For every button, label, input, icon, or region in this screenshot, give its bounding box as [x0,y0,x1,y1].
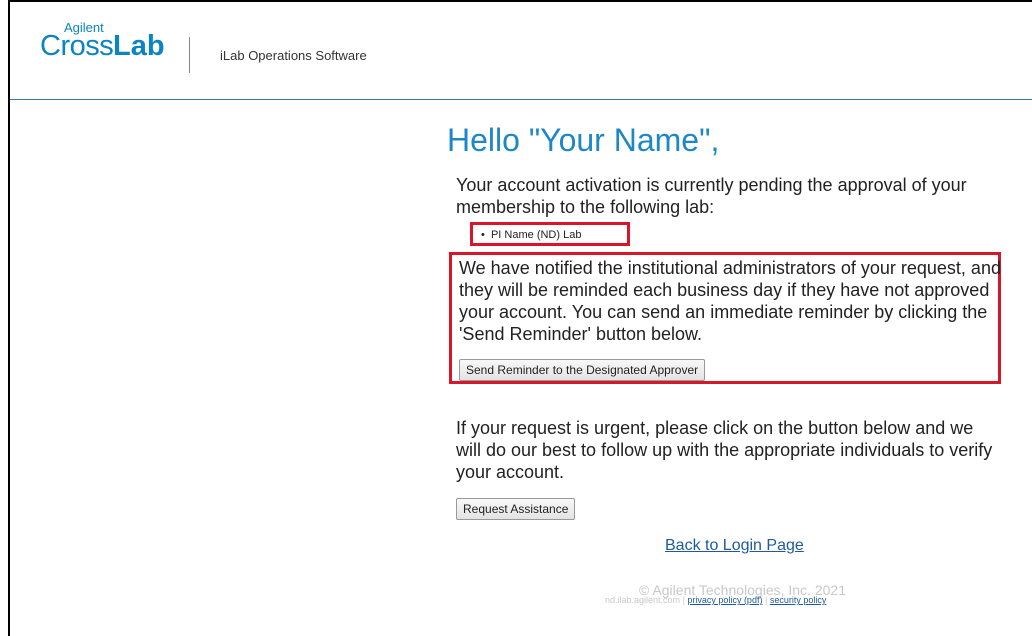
footer-links: nd.ilab.agilent.com | privacy policy (pd… [605,595,826,605]
send-reminder-button[interactable]: Send Reminder to the Designated Approver [459,359,706,381]
page-frame: Agilent Cross Lab iLab Operations Softwa… [8,0,1032,636]
logo-cross-text: Cross [40,30,114,62]
footer: © Agilent Technologies, Inc. 2021 nd.ila… [605,582,905,608]
notice-highlight-box: We have notified the institutional admin… [449,252,1001,384]
lab-list-item: • PI Name (ND) Lab [481,229,582,241]
privacy-policy-link[interactable]: privacy policy (pdf) [687,595,762,605]
main-content: Hello "Your Name", Your account activati… [447,120,1007,605]
footer-host: nd.ilab.agilent.com [605,595,681,605]
back-to-login-link[interactable]: Back to Login Page [665,537,804,555]
urgent-message: If your request is urgent, please click … [456,418,993,482]
footer-separator: | [682,595,685,605]
header: Agilent Cross Lab iLab Operations Softwa… [10,2,1032,100]
product-name: iLab Operations Software [220,48,367,63]
pending-message: Your account activation is currently pen… [456,175,967,217]
notified-message: We have notified the institutional admin… [459,258,1001,344]
greeting-heading: Hello "Your Name", [447,122,720,158]
logo-lab-text: Lab [113,30,165,62]
footer-separator-2: | [764,595,768,605]
lab-highlight-box: • PI Name (ND) Lab [470,222,630,246]
request-assistance-button[interactable]: Request Assistance [456,498,576,520]
header-divider [189,37,190,73]
agilent-crosslab-logo: Agilent Cross Lab [40,20,175,70]
lab-name: PI Name (ND) Lab [490,229,582,241]
security-policy-link[interactable]: security policy [770,595,827,605]
